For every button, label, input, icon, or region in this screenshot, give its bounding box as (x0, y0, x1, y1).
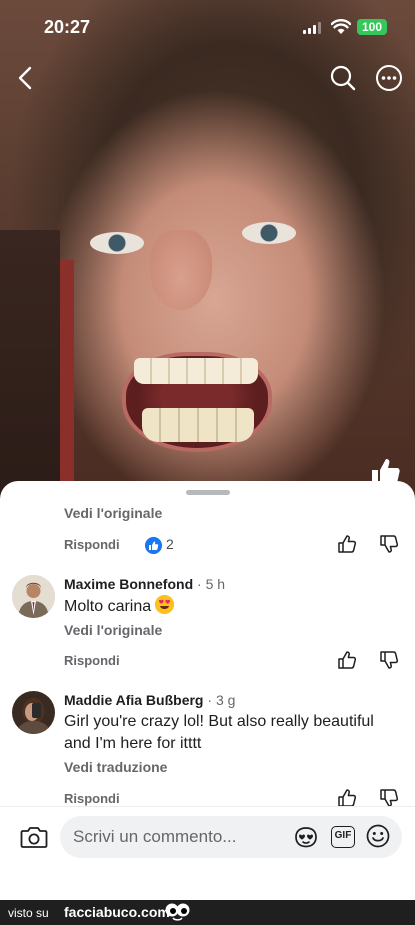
status-time: 20:27 (44, 17, 91, 37)
thumbs-down-icon[interactable] (379, 788, 399, 808)
comment-author[interactable]: Maxime Bonnefond (64, 576, 193, 592)
battery-indicator: 100 (357, 19, 387, 35)
watermark-site: facciabuco.com (64, 904, 170, 920)
comment-composer: GIF (0, 806, 415, 900)
status-bar: 20:27 100 (0, 0, 415, 54)
wifi-icon (331, 19, 351, 34)
chevron-left-icon[interactable] (14, 64, 38, 92)
lower-teeth (142, 408, 254, 442)
see-original-link[interactable]: Vedi l'originale (64, 505, 162, 521)
see-translation-link[interactable]: Vedi traduzione (64, 759, 167, 775)
comment-text: Molto carina (64, 595, 399, 618)
background-red-frame (60, 260, 74, 500)
see-original-link[interactable]: Vedi l'originale (64, 622, 162, 638)
comment-timestamp: · 5 h (193, 576, 226, 592)
reply-button[interactable]: Rispondi (64, 791, 120, 806)
upper-teeth (134, 358, 258, 384)
gif-icon[interactable]: GIF (331, 826, 355, 848)
watermark-prefix: visto su (8, 906, 49, 920)
reaction-count: 2 (166, 536, 174, 552)
gif-label: GIF (334, 830, 352, 841)
sheet-grabber[interactable] (186, 490, 230, 495)
watermark-bar: visto su facciabuco.com (0, 900, 415, 925)
reply-button[interactable]: Rispondi (64, 653, 120, 668)
search-icon[interactable] (329, 64, 357, 92)
comment-author-line: Maddie Afia Bußberg · 3 g (64, 692, 235, 708)
avatar-sticker-icon[interactable] (294, 826, 318, 848)
thumbs-up-reaction-icon (145, 537, 162, 554)
comment-timestamp: · 3 g (203, 692, 236, 708)
background-doorway (0, 230, 60, 500)
nose (150, 230, 212, 310)
thumbs-up-icon[interactable] (337, 534, 357, 554)
comment-body: Girl you're crazy lol! But also really b… (64, 713, 374, 752)
thumbs-down-icon[interactable] (379, 534, 399, 554)
reply-button[interactable]: Rispondi (64, 537, 120, 552)
more-horizontal-icon[interactable] (375, 64, 403, 92)
comment-author-line: Maxime Bonnefond · 5 h (64, 576, 225, 592)
thumbs-down-icon[interactable] (379, 650, 399, 670)
right-eye (242, 222, 296, 244)
googly-eyes-logo-icon (165, 903, 190, 921)
thumbs-up-icon[interactable] (337, 788, 357, 808)
smiley-icon[interactable] (366, 824, 390, 848)
left-eye (90, 232, 144, 254)
comment-body: Molto carina (64, 598, 152, 615)
avatar[interactable] (12, 575, 55, 618)
avatar[interactable] (12, 691, 55, 734)
thumbs-up-icon[interactable] (337, 650, 357, 670)
heart-eyes-emoji (155, 595, 175, 614)
comment-author[interactable]: Maddie Afia Bußberg (64, 692, 204, 708)
camera-icon[interactable] (20, 825, 48, 849)
cellular-signal-icon (303, 22, 321, 34)
